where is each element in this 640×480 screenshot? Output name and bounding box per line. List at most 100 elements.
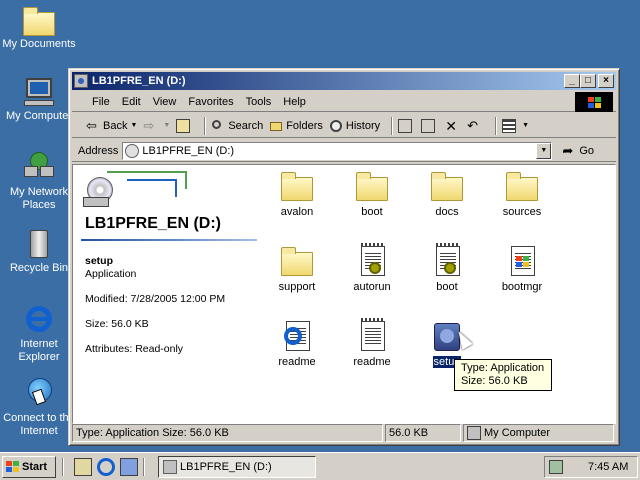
- desktop-icon-label: Connect to the Internet: [3, 412, 75, 437]
- toolbar-separator: [495, 116, 498, 135]
- maximize-button[interactable]: □: [580, 74, 596, 88]
- windows-logo-icon: [575, 92, 613, 112]
- close-button[interactable]: ×: [598, 74, 614, 88]
- start-button[interactable]: Start: [2, 455, 56, 478]
- drive-icon: [74, 74, 88, 88]
- forward-button[interactable]: ⇨ ▼: [143, 117, 171, 133]
- file-item[interactable]: bootmgr: [487, 246, 557, 293]
- file-item[interactable]: readme: [337, 318, 407, 368]
- my-computer-icon: [22, 76, 56, 108]
- taskbar-window-button[interactable]: LB1PFRE_EN (D:): [158, 455, 316, 478]
- file-label: docs: [435, 206, 459, 218]
- address-input[interactable]: LB1PFRE_EN (D:) ▼: [122, 141, 553, 160]
- desktop-icon-recycle-bin[interactable]: Recycle Bin: [0, 228, 78, 275]
- folders-label: Folders: [286, 119, 323, 132]
- address-bar: Address LB1PFRE_EN (D:) ▼ ➦ Go: [72, 140, 616, 162]
- back-arrow-icon: ⇦: [86, 117, 97, 133]
- folders-button[interactable]: Folders: [269, 119, 323, 133]
- file-item[interactable]: support: [262, 246, 332, 293]
- go-button[interactable]: ➦ Go: [562, 142, 594, 158]
- ini-file-icon: [430, 243, 464, 278]
- back-button[interactable]: ⇦ Back ▼: [86, 117, 137, 133]
- go-arrow-icon: ➦: [562, 142, 574, 158]
- selected-item-modified: Modified: 7/28/2005 12:00 PM: [85, 293, 226, 305]
- dropdown-arrow-icon: ▼: [522, 122, 530, 129]
- desktop-icon-internet-explorer[interactable]: Internet Explorer: [0, 304, 78, 364]
- info-pane: LB1PFRE_EN (D:) setup Application Modifi…: [73, 165, 258, 423]
- dropdown-arrow-icon: ▼: [163, 122, 171, 129]
- network-places-icon: [22, 152, 56, 184]
- file-item[interactable]: autorun: [337, 243, 407, 293]
- file-label: boot: [361, 206, 383, 218]
- history-button[interactable]: History: [329, 119, 380, 133]
- recycle-bin-icon: [22, 228, 56, 260]
- desktop-icon-my-computer[interactable]: My Computer: [0, 76, 78, 123]
- file-item[interactable]: sources: [487, 171, 557, 218]
- tooltip-size: Size: 56.0 KB: [461, 375, 528, 387]
- my-documents-icon: [22, 4, 56, 36]
- show-desktop-icon[interactable]: [74, 457, 92, 476]
- forward-arrow-icon: ⇨: [143, 117, 155, 133]
- undo-button[interactable]: ↶: [467, 117, 484, 133]
- menu-tools[interactable]: Tools: [240, 96, 278, 108]
- file-label: boot: [436, 281, 458, 293]
- desktop-icon-network[interactable]: My Network Places: [0, 152, 78, 212]
- connect-internet-icon: [22, 378, 56, 410]
- windows-logo-icon: [6, 461, 19, 472]
- up-button[interactable]: [176, 118, 193, 133]
- tooltip: Type: Application Size: 56.0 KB: [454, 359, 552, 391]
- folders-icon: [269, 119, 283, 133]
- outlook-express-icon[interactable]: [120, 457, 138, 476]
- search-icon: [211, 119, 225, 133]
- copy-to-button[interactable]: [421, 118, 438, 133]
- menu-file[interactable]: File: [86, 96, 116, 108]
- history-icon: [329, 119, 343, 133]
- menu-help[interactable]: Help: [277, 96, 312, 108]
- views-button[interactable]: ▼: [502, 118, 530, 133]
- my-computer-icon: [467, 426, 481, 440]
- views-icon: [502, 118, 517, 133]
- move-to-button[interactable]: [398, 118, 415, 133]
- minimize-button[interactable]: _: [564, 74, 580, 88]
- file-item[interactable]: readme: [262, 321, 332, 368]
- cd-drive-icon: [77, 171, 197, 219]
- menu-edit[interactable]: Edit: [116, 96, 147, 108]
- selected-item-type: Application: [85, 268, 137, 280]
- zone-label: My Computer: [484, 427, 551, 439]
- desktop-icon-connect-internet[interactable]: Connect to the Internet: [0, 378, 78, 438]
- folder-icon: [280, 171, 314, 203]
- desktop-icon-my-documents[interactable]: My Documents: [0, 4, 78, 51]
- task-label: LB1PFRE_EN (D:): [180, 460, 272, 473]
- selected-item-attributes: Attributes: Read-only: [85, 343, 184, 355]
- drive-icon: [163, 459, 177, 474]
- clock[interactable]: 7:45 AM: [588, 461, 628, 473]
- network-status-icon[interactable]: [549, 460, 563, 474]
- menu-bar: File Edit View Favorites Tools Help: [72, 92, 616, 112]
- history-label: History: [345, 119, 381, 132]
- internet-explorer-icon[interactable]: [97, 457, 115, 476]
- file-label: sources: [502, 206, 542, 218]
- selected-item-name: setup: [85, 255, 114, 267]
- file-item[interactable]: docs: [412, 171, 482, 218]
- status-bar: Type: Application Size: 56.0 KB 56.0 KB …: [72, 424, 616, 442]
- address-dropdown-button[interactable]: ▼: [536, 142, 552, 159]
- file-item[interactable]: boot: [412, 243, 482, 293]
- search-label: Search: [228, 119, 264, 132]
- file-item[interactable]: boot: [337, 171, 407, 218]
- desktop-icon-label: My Documents: [2, 38, 76, 50]
- title-bar[interactable]: LB1PFRE_EN (D:) _ □ ×: [72, 72, 616, 90]
- window-title: LB1PFRE_EN (D:): [92, 75, 186, 87]
- toolbar-separator: [204, 116, 207, 135]
- start-label: Start: [22, 460, 48, 473]
- tooltip-type: Type: Application: [461, 362, 545, 374]
- address-label: Address: [78, 144, 119, 157]
- internet-explorer-icon: [22, 304, 56, 336]
- menu-view[interactable]: View: [147, 96, 183, 108]
- undo-icon: ↶: [467, 117, 479, 133]
- file-item[interactable]: avalon: [262, 171, 332, 218]
- delete-button[interactable]: ✕: [444, 119, 461, 133]
- menu-favorites[interactable]: Favorites: [182, 96, 239, 108]
- copy-to-icon: [421, 118, 436, 133]
- search-button[interactable]: Search: [211, 119, 263, 133]
- toolbar-separator: [391, 116, 394, 135]
